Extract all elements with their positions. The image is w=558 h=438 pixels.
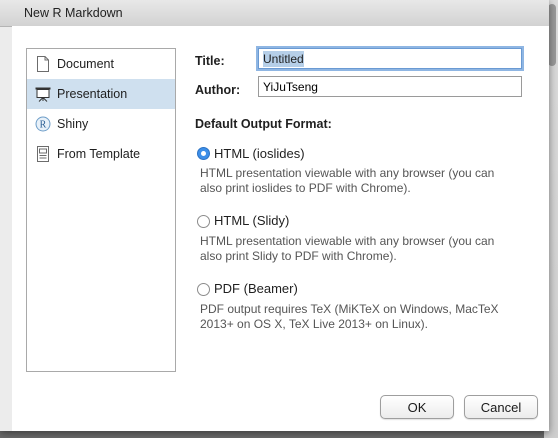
ioslides-radio[interactable] bbox=[197, 147, 210, 160]
title-label: Title: bbox=[195, 54, 225, 68]
presentation-icon bbox=[35, 86, 51, 102]
ioslides-description-line: also print ioslides to PDF with Chrome). bbox=[200, 181, 411, 195]
output-format-heading: Default Output Format: bbox=[195, 117, 332, 131]
ok-button[interactable]: OK bbox=[380, 395, 454, 419]
shiny-r-icon: R bbox=[35, 116, 51, 132]
sidebar-item-label: Presentation bbox=[57, 87, 128, 101]
ioslides-description-line: HTML presentation viewable with any brow… bbox=[200, 166, 495, 180]
dialog-title: New R Markdown bbox=[24, 6, 123, 20]
sidebar-item-from-template[interactable]: From Template bbox=[27, 139, 175, 169]
beamer-radio[interactable] bbox=[197, 283, 210, 296]
slidy-description-line: HTML presentation viewable with any brow… bbox=[200, 234, 495, 248]
sidebar-item-label: Shiny bbox=[57, 117, 89, 131]
slidy-option-label[interactable]: HTML (Slidy) bbox=[214, 213, 289, 228]
dialog-body: Document Presentation R Shiny From Templ… bbox=[12, 26, 549, 431]
sidebar-item-shiny[interactable]: R Shiny bbox=[27, 109, 175, 139]
beamer-description-line: PDF output requires TeX (MiKTeX on Windo… bbox=[200, 302, 499, 316]
title-input-value: Untitled bbox=[263, 51, 304, 67]
new-r-markdown-dialog: New R Markdown Document Presentation R S… bbox=[0, 0, 549, 431]
author-input[interactable] bbox=[258, 76, 522, 97]
scrollbar-thumb bbox=[548, 4, 556, 66]
document-icon bbox=[35, 56, 51, 72]
sidebar-item-presentation[interactable]: Presentation bbox=[27, 79, 175, 109]
beamer-option-label[interactable]: PDF (Beamer) bbox=[214, 281, 298, 296]
beamer-description: PDF output requires TeX (MiKTeX on Windo… bbox=[200, 302, 535, 332]
title-input[interactable]: Untitled bbox=[258, 48, 522, 69]
template-icon bbox=[35, 146, 51, 162]
author-label: Author: bbox=[195, 83, 241, 97]
dialog-titlebar: New R Markdown bbox=[0, 0, 549, 27]
slidy-description-line: also print Slidy to PDF with Chrome). bbox=[200, 249, 397, 263]
svg-text:R: R bbox=[40, 120, 47, 131]
sidebar-item-document[interactable]: Document bbox=[27, 49, 175, 79]
slidy-description: HTML presentation viewable with any brow… bbox=[200, 234, 535, 264]
beamer-description-line: 2013+ on OS X, TeX Live 2013+ on Linux). bbox=[200, 317, 428, 331]
sidebar-item-label: From Template bbox=[57, 147, 141, 161]
cancel-button[interactable]: Cancel bbox=[464, 395, 538, 419]
ioslides-description: HTML presentation viewable with any brow… bbox=[200, 166, 535, 196]
document-type-list: Document Presentation R Shiny From Templ… bbox=[26, 48, 176, 372]
sidebar-item-label: Document bbox=[57, 57, 114, 71]
radio-selected-dot bbox=[201, 151, 206, 156]
slidy-radio[interactable] bbox=[197, 215, 210, 228]
ioslides-option-label[interactable]: HTML (ioslides) bbox=[214, 146, 305, 161]
